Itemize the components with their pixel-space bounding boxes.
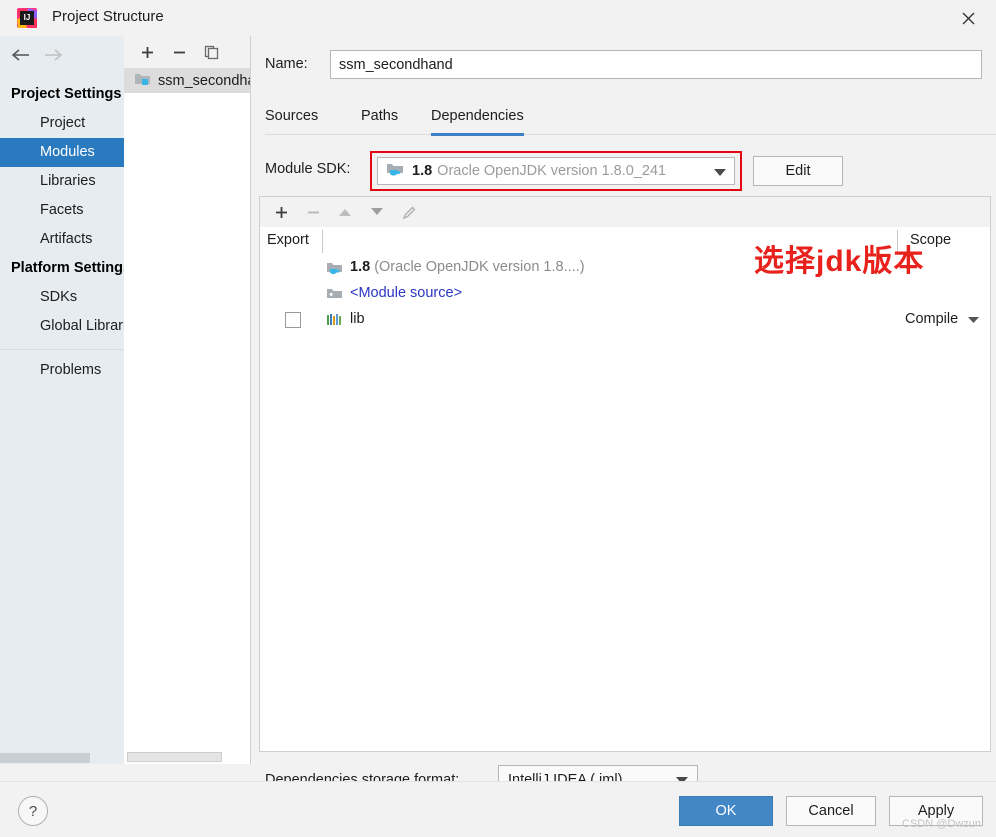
module-tabs: Sources Paths Dependencies	[265, 102, 996, 136]
sidebar-item-facets[interactable]: Facets	[0, 196, 124, 225]
library-bars-icon	[326, 313, 343, 329]
dependencies-toolbar	[260, 197, 990, 228]
module-sdk-dropdown[interactable]: 1.8 Oracle OpenJDK version 1.8.0_241	[377, 157, 735, 185]
name-label: Name:	[265, 56, 308, 72]
module-list-panel: ssm_secondhand	[124, 36, 251, 764]
jdk-row-description: (Oracle OpenJDK version 1.8....)	[374, 259, 585, 275]
tab-sources[interactable]: Sources	[265, 102, 318, 133]
table-cell-name: <Module source>	[350, 285, 463, 301]
sidebar-item-problems[interactable]: Problems	[0, 356, 124, 385]
module-editor-panel: Name: Sources Paths Dependencies Module …	[251, 36, 996, 795]
sidebar-item-libraries[interactable]: Libraries	[0, 167, 124, 196]
minus-icon[interactable]	[167, 41, 191, 63]
export-checkbox[interactable]	[285, 312, 301, 328]
arrow-up-icon[interactable]	[333, 201, 357, 223]
jdk-row-version: 1.8	[350, 259, 371, 275]
arrow-down-icon[interactable]	[365, 201, 389, 223]
help-button[interactable]: ?	[18, 796, 48, 826]
sidebar-item-artifacts[interactable]: Artifacts	[0, 225, 124, 254]
arrow-left-icon[interactable]	[8, 45, 34, 65]
table-row[interactable]: 1.8 (Oracle OpenJDK version 1.8....)	[260, 256, 990, 282]
column-header-export[interactable]: Export	[267, 232, 309, 248]
scope-value: Compile	[905, 311, 959, 327]
sidebar-list: Project Settings Project Modules Librari…	[0, 80, 124, 385]
tab-paths[interactable]: Paths	[361, 102, 398, 133]
sidebar-scrollbar-thumb[interactable]	[0, 753, 90, 763]
sdk-description-label: Oracle OpenJDK version 1.8.0_241	[437, 163, 667, 179]
name-row: Name:	[251, 50, 996, 80]
plus-icon[interactable]	[269, 201, 293, 223]
sidebar-item-global-libraries[interactable]: Global Libraries	[0, 312, 124, 341]
navigation-row	[0, 36, 124, 72]
plus-icon[interactable]	[135, 41, 159, 63]
column-divider[interactable]	[322, 230, 323, 253]
module-scrollbar-thumb[interactable]	[127, 752, 222, 762]
column-divider[interactable]	[897, 230, 898, 253]
sidebar-item-modules[interactable]: Modules	[0, 138, 124, 167]
module-sdk-label: Module SDK:	[265, 161, 351, 177]
ok-button[interactable]: OK	[679, 796, 773, 826]
svg-text:IJ: IJ	[24, 13, 31, 22]
sidebar-horizontal-scrollbar[interactable]	[0, 752, 124, 764]
table-row[interactable]: <Module source>	[260, 282, 990, 308]
table-row[interactable]: lib Compile	[260, 308, 990, 334]
intellij-idea-logo-icon: IJ	[16, 7, 38, 29]
minus-icon[interactable]	[301, 201, 325, 223]
arrow-right-icon[interactable]	[40, 45, 66, 65]
module-list-item[interactable]: ssm_secondhand	[124, 68, 250, 93]
column-header-scope[interactable]: Scope	[910, 232, 951, 248]
sidebar-group-project-settings: Project Settings	[11, 86, 122, 102]
sidebar-divider	[0, 349, 124, 350]
apply-button[interactable]: Apply	[889, 796, 983, 826]
project-structure-dialog: IJ Project Structure Project Settings Pr…	[0, 0, 996, 837]
module-source-folder-icon	[326, 287, 343, 303]
scope-dropdown[interactable]: Compile	[905, 311, 980, 327]
close-icon[interactable]	[940, 0, 996, 36]
sidebar-item-project[interactable]: Project	[0, 109, 124, 138]
edit-sdk-button[interactable]: Edit	[753, 156, 843, 186]
dependencies-table-header: Export Scope	[260, 227, 990, 257]
module-name-input[interactable]	[330, 50, 982, 79]
module-horizontal-scrollbar[interactable]	[124, 750, 250, 764]
module-sdk-row: Module SDK: 1.8 Oracle OpenJDK version 1…	[251, 151, 996, 191]
module-list-item-label: ssm_secondhand	[158, 72, 250, 89]
jdk-folder-icon	[326, 261, 343, 277]
table-cell-name: 1.8 (Oracle OpenJDK version 1.8....)	[350, 259, 585, 275]
copy-icon[interactable]	[199, 41, 223, 63]
sidebar-item-sdks[interactable]: SDKs	[0, 283, 124, 312]
jdk-folder-icon	[386, 162, 404, 180]
table-cell-name: lib	[350, 311, 365, 327]
pencil-icon[interactable]	[397, 201, 421, 223]
dependencies-table-body: 1.8 (Oracle OpenJDK version 1.8....) <Mo…	[260, 256, 990, 751]
module-folder-icon	[134, 71, 151, 90]
dialog-footer: ? OK Cancel Apply	[0, 781, 996, 837]
settings-sidebar: Project Settings Project Modules Librari…	[0, 36, 124, 764]
sidebar-group-platform-settings: Platform Settings	[11, 260, 124, 276]
title-bar: IJ Project Structure	[0, 0, 996, 37]
sdk-version-label: 1.8	[412, 163, 433, 179]
chevron-down-icon	[968, 311, 980, 327]
tab-dependencies[interactable]: Dependencies	[431, 102, 524, 136]
cancel-button[interactable]: Cancel	[786, 796, 876, 826]
module-toolbar	[124, 36, 250, 69]
dependencies-table: Export Scope 1.8 (Oracle OpenJDK version…	[259, 196, 991, 752]
window-title: Project Structure	[52, 8, 164, 25]
chevron-down-icon	[714, 163, 726, 179]
